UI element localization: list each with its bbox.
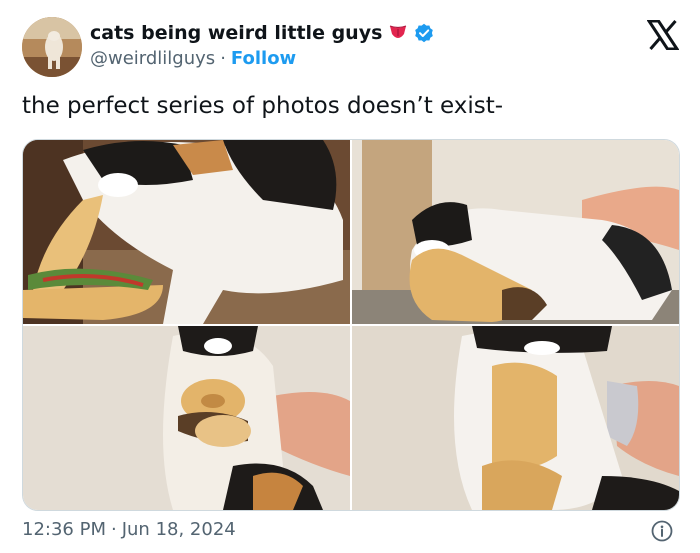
tweet-date: Jun 18, 2024 bbox=[121, 519, 236, 540]
tweet-text: the perfect series of photos doesn’t exi… bbox=[22, 93, 504, 119]
photo-cat-biting-sandwich[interactable] bbox=[23, 140, 350, 324]
author-handle-row: @weirdlilguys · Follow bbox=[90, 48, 296, 69]
tweet-time: 12:36 PM bbox=[22, 519, 106, 540]
tweet-card: cats being weird little guys @weirdlilgu… bbox=[0, 0, 700, 553]
tongue-emoji-icon bbox=[388, 24, 408, 42]
photo-cat-holding-bagel[interactable] bbox=[23, 326, 350, 510]
author-handle[interactable]: @weirdlilguys bbox=[90, 48, 215, 69]
info-icon[interactable] bbox=[651, 520, 673, 542]
author-name-row: cats being weird little guys bbox=[90, 22, 434, 44]
author-avatar[interactable] bbox=[22, 17, 82, 77]
media-grid bbox=[22, 139, 680, 511]
follow-button[interactable]: Follow bbox=[231, 48, 296, 69]
photo-cat-hugging-bread[interactable] bbox=[352, 326, 679, 510]
photo-cat-lying-on-bread[interactable] bbox=[352, 140, 679, 324]
timestamp-separator: · bbox=[110, 519, 117, 540]
x-logo-icon[interactable] bbox=[646, 19, 680, 51]
verified-badge-icon bbox=[414, 23, 434, 43]
tweet-timestamp[interactable]: 12:36 PM · Jun 18, 2024 bbox=[22, 519, 236, 540]
cat-avatar-icon bbox=[22, 17, 82, 77]
handle-separator: · bbox=[220, 48, 226, 69]
author-display-name[interactable]: cats being weird little guys bbox=[90, 22, 382, 44]
